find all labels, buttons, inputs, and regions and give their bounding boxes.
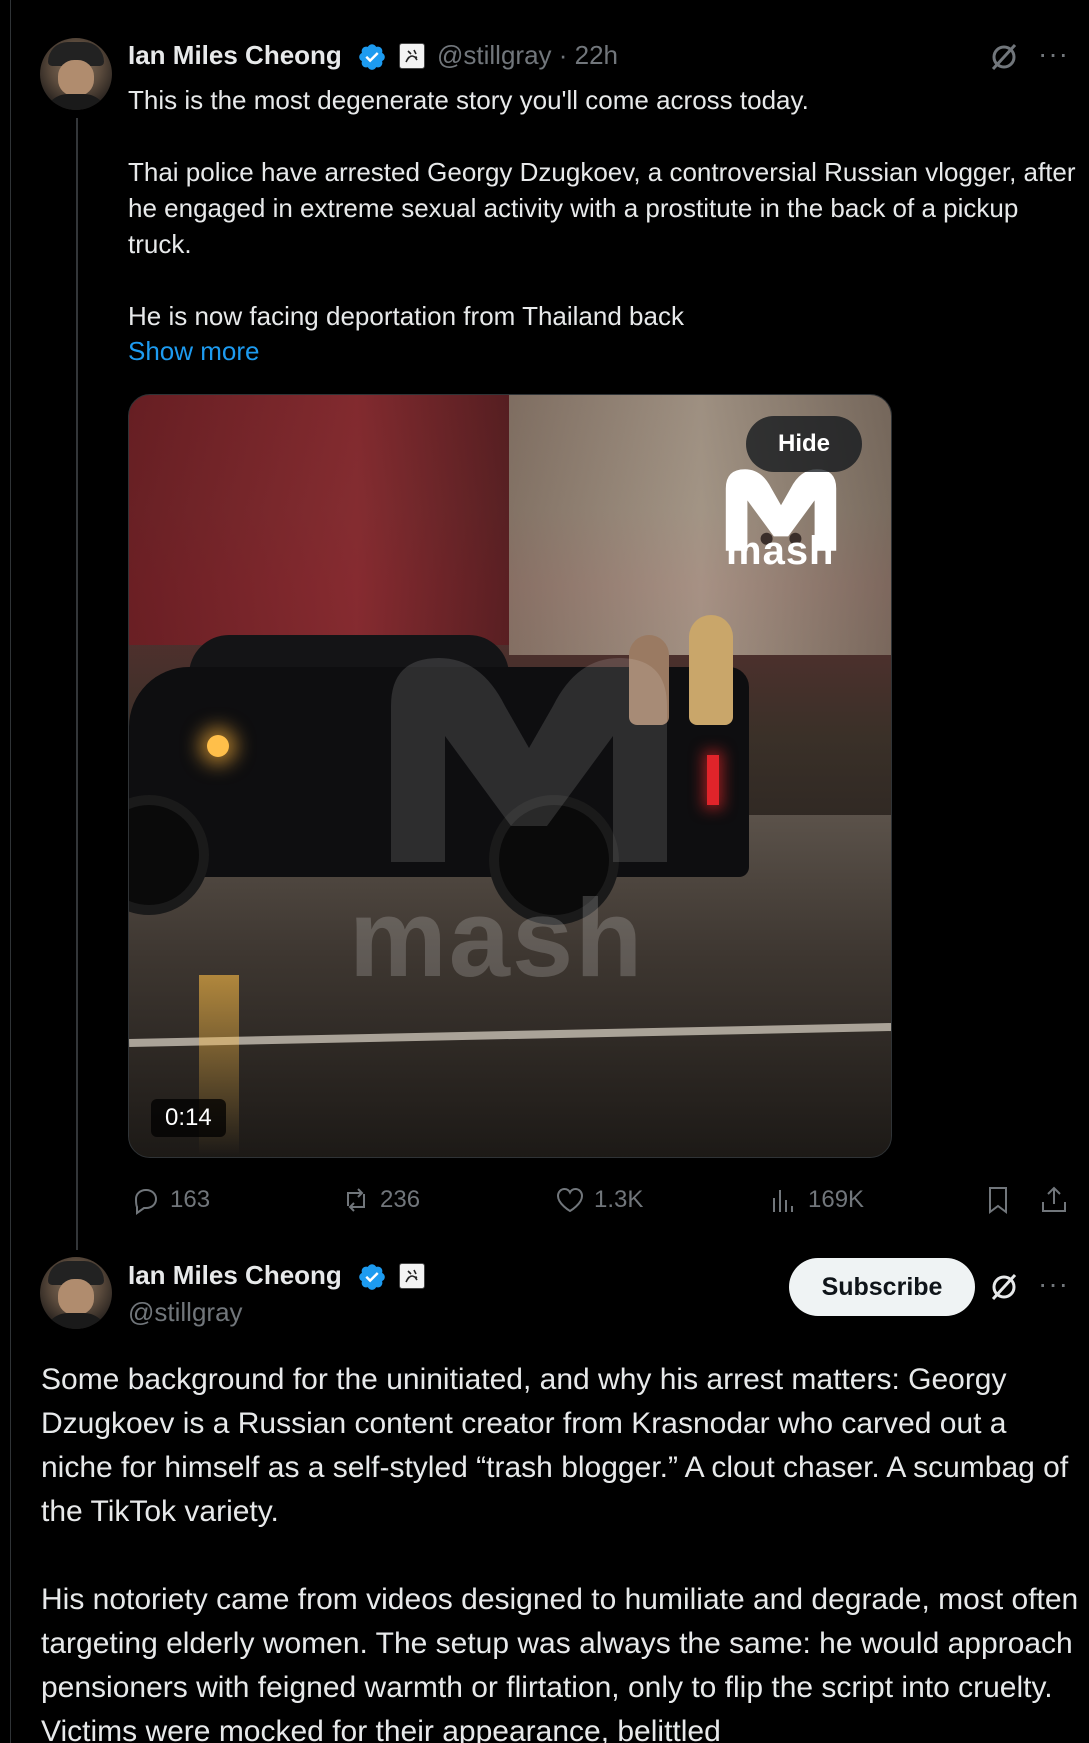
author-name[interactable]: Ian Miles Cheong <box>128 1260 342 1291</box>
author-avatar[interactable] <box>40 1257 112 1329</box>
video-player[interactable]: mash mash Hide 0:14 <box>128 394 892 1158</box>
repost-button[interactable]: 236 <box>340 1180 420 1220</box>
show-more-link[interactable]: Show more <box>128 336 260 367</box>
views-button[interactable]: 169K <box>768 1180 864 1220</box>
article-body: Some background for the uninitiated, and… <box>41 1358 1081 1743</box>
verified-badge-icon[interactable] <box>357 42 387 72</box>
reply-count: 163 <box>170 1186 211 1213</box>
bookmark-button[interactable] <box>982 1180 1014 1220</box>
author-handle[interactable]: @stillgray <box>128 1297 243 1328</box>
repost-count: 236 <box>380 1186 421 1213</box>
more-icon[interactable]: ··· <box>1038 1268 1069 1300</box>
author-avatar[interactable] <box>40 38 112 110</box>
views-count: 169K <box>808 1186 865 1213</box>
verified-badge-icon[interactable] <box>357 1262 387 1292</box>
hide-media-button[interactable]: Hide <box>746 416 862 472</box>
mash-watermark-icon <box>391 658 667 862</box>
article-paragraph: Some background for the uninitiated, and… <box>41 1363 1069 1528</box>
repost-icon <box>347 1188 365 1212</box>
video-watermark-text: mash <box>349 877 645 1000</box>
tweet-paragraph: This is the most degenerate story you'll… <box>128 85 809 115</box>
views-icon <box>773 1190 793 1212</box>
column-border <box>10 0 11 1743</box>
tweet-text: This is the most degenerate story you'll… <box>128 82 1078 334</box>
grok-icon[interactable] <box>988 1271 1020 1303</box>
tweet-paragraph: He is now facing deportation from Thaila… <box>128 301 684 331</box>
reply-icon <box>134 1188 158 1215</box>
like-icon <box>556 1187 584 1213</box>
share-icon <box>1042 1186 1066 1212</box>
like-button[interactable]: 1.3K <box>554 1180 643 1220</box>
tweet-paragraph: Thai police have arrested Georgy Dzugkoe… <box>128 157 1076 259</box>
article-paragraph: His notoriety came from videos designed … <box>41 1583 1079 1743</box>
author-handle-time[interactable]: @stillgray · 22h <box>437 40 618 71</box>
affiliation-badge-icon[interactable] <box>399 43 425 69</box>
subscribe-button[interactable]: Subscribe <box>789 1258 975 1316</box>
bookmark-icon <box>989 1187 1007 1214</box>
grok-icon[interactable] <box>988 41 1020 73</box>
share-button[interactable] <box>1038 1180 1070 1220</box>
video-duration: 0:14 <box>151 1099 226 1137</box>
author-name[interactable]: Ian Miles Cheong <box>128 40 342 71</box>
mash-logo-text: mash <box>726 529 835 573</box>
more-icon[interactable]: ··· <box>1038 38 1069 70</box>
like-count: 1.3K <box>594 1186 644 1213</box>
affiliation-badge-icon[interactable] <box>399 1263 425 1289</box>
reply-button[interactable]: 163 <box>130 1180 210 1220</box>
thread-line <box>76 118 78 1250</box>
